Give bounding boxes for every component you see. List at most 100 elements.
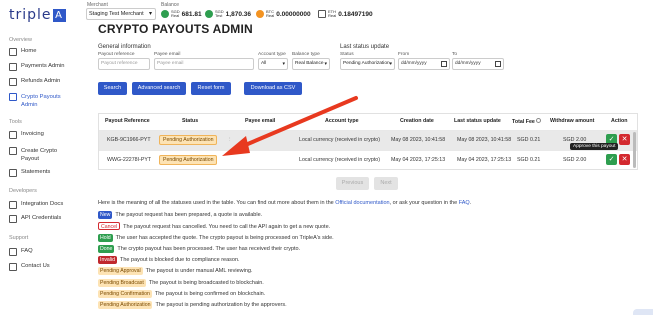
- info-icon[interactable]: [536, 118, 542, 123]
- table-row: KGB-9C1966-PYT Pending Authorization ⋮ L…: [99, 130, 637, 150]
- sidebar-item-label: FAQ: [21, 248, 33, 254]
- sidebar-section-support: Support: [9, 235, 29, 241]
- sidebar-item-label: Payments Admin: [21, 63, 65, 69]
- from-date-input[interactable]: dd/mm/yyyy: [398, 58, 450, 70]
- sidebar-item-label: Refunds Admin: [21, 78, 61, 84]
- legend-item-done: Done The crypto payout has been processed…: [98, 245, 300, 253]
- sidebar: Overview Home Payments Admin Refunds Adm…: [0, 28, 88, 315]
- balance-amount: 0.00000000: [276, 10, 311, 18]
- sidebar-item-faq[interactable]: FAQ: [9, 248, 33, 256]
- download-csv-button[interactable]: Download as CSV: [244, 82, 302, 95]
- payout-reference-label: Payout reference: [98, 52, 135, 57]
- balance-sgd-real: SGD Real 681.81: [161, 8, 202, 20]
- official-documentation-link[interactable]: Official documentation: [335, 200, 389, 206]
- account-type-select[interactable]: All ▾: [258, 58, 288, 70]
- column-header: Total Fee: [512, 118, 542, 125]
- sidebar-item-contact-us[interactable]: Contact Us: [9, 263, 50, 271]
- to-date-input[interactable]: dd/mm/yyyy: [452, 58, 504, 70]
- table-scrollbar[interactable]: [633, 132, 636, 168]
- status-label: Status: [340, 52, 354, 57]
- statement-icon: [9, 169, 17, 177]
- merchant-select[interactable]: Staging Test Merchant ▾: [86, 8, 156, 20]
- sidebar-item-refunds-admin[interactable]: Refunds Admin: [9, 78, 60, 86]
- payee-email-input[interactable]: Payee email: [154, 58, 254, 70]
- sidebar-section-developers: Developers: [9, 188, 37, 194]
- sidebar-item-invoicing[interactable]: Invoicing: [9, 131, 44, 139]
- search-button[interactable]: Search: [98, 82, 127, 95]
- legend-item-hold: Hold The user has accepted the quote. The…: [98, 234, 334, 242]
- total-fee: SGD 0.21: [517, 157, 541, 163]
- column-header: Status: [182, 118, 199, 124]
- advanced-search-button[interactable]: Advanced search: [132, 82, 186, 95]
- account-type: Local currency (received in crypto): [299, 137, 380, 143]
- sidebar-item-crypto-payouts-admin[interactable]: Crypto Payouts Admin: [9, 93, 81, 109]
- faq-link[interactable]: FAQ: [459, 200, 470, 206]
- sidebar-item-create-crypto-payout[interactable]: Create Crypto Payout: [9, 147, 81, 163]
- reject-x-icon[interactable]: ✕: [619, 154, 630, 165]
- logo-text: triple: [9, 7, 52, 23]
- chevron-down-icon: ▾: [282, 61, 285, 67]
- create-payout-icon: [9, 147, 17, 155]
- balance-type-label: Balance type: [292, 52, 320, 57]
- balance-type-select[interactable]: Real Balance ▾: [292, 58, 330, 70]
- corner-widget[interactable]: [633, 309, 653, 315]
- reject-x-icon[interactable]: ✕: [619, 134, 630, 145]
- last-status-update-heading: Last status update: [340, 44, 390, 50]
- next-button[interactable]: Next: [374, 177, 398, 190]
- legend-item-pending-confirmation: Pending Confirmation The payout is being …: [98, 290, 265, 298]
- legend-intro-text: , or ask your question in the: [389, 200, 459, 206]
- sidebar-item-integration-docs[interactable]: Integration Docs: [9, 201, 63, 209]
- sidebar-item-api-credentials[interactable]: API Credentials: [9, 215, 61, 223]
- sidebar-item-statements[interactable]: Statements: [9, 169, 50, 177]
- sidebar-section-overview: Overview: [9, 37, 32, 43]
- legend-item-pending-approval: Pending Approval The payout is under manu…: [98, 267, 252, 275]
- merchant-value: Staging Test Merchant: [89, 11, 144, 17]
- balance-type-value: Real Balance: [295, 61, 324, 66]
- calendar-icon: [441, 61, 447, 67]
- payout-reference[interactable]: KGB-9C1966-PYT: [107, 137, 151, 143]
- sidebar-item-label: API Credentials: [21, 215, 62, 221]
- from-label: From: [398, 52, 410, 57]
- sgd-coin-icon: [161, 10, 169, 18]
- home-icon: [9, 48, 17, 56]
- status-badge: Hold: [98, 234, 113, 242]
- reset-form-button[interactable]: Reset form: [191, 82, 231, 95]
- mail-icon: [9, 263, 17, 271]
- chevron-down-icon: ▾: [389, 61, 392, 67]
- question-icon: [9, 248, 17, 256]
- sidebar-item-label: Invoicing: [21, 131, 44, 137]
- general-information-heading: General information: [98, 44, 151, 50]
- creation-date: May 08 2023, 10:41:58: [391, 137, 446, 143]
- payout-reference-input[interactable]: Payout reference: [98, 58, 150, 70]
- sidebar-item-label: Create Crypto Payout: [21, 148, 58, 162]
- previous-button[interactable]: Previous: [336, 177, 369, 190]
- sidebar-item-label: Crypto Payouts Admin: [21, 94, 61, 108]
- legend-text: The payout is under manual AML reviewing…: [145, 268, 253, 274]
- approve-check-icon[interactable]: ✓: [606, 154, 617, 165]
- column-header: Last status update: [454, 118, 501, 124]
- column-header: Creation date: [400, 118, 434, 124]
- column-header-label: Total Fee: [512, 119, 535, 125]
- sidebar-section-tools: Tools: [9, 119, 22, 125]
- status-select[interactable]: Pending Authorization ▾: [340, 58, 395, 70]
- sidebar-item-payments-admin[interactable]: Payments Admin: [9, 63, 65, 71]
- sidebar-item-label: Contact Us: [21, 263, 50, 269]
- legend-item-pending-broadcast: Pending Broadcast The payout is being bro…: [98, 279, 264, 287]
- status-badge: Pending Authorization: [98, 301, 153, 309]
- legend-intro-text: .: [469, 200, 472, 206]
- status-badge: Cancel: [98, 222, 121, 230]
- to-label: To: [452, 52, 458, 57]
- status-badge: New: [98, 211, 113, 219]
- copy-icon[interactable]: ⋮: [227, 137, 232, 143]
- account-type-value: All: [261, 61, 267, 66]
- payee-email-label: Payee email: [154, 52, 181, 57]
- payout-reference[interactable]: WWG-22278I-PYT: [107, 157, 151, 163]
- legend-item-cancel: Cancel The payout request has cancelled. …: [98, 222, 330, 230]
- last-status-update: May 08 2023, 10:41:58: [457, 137, 512, 143]
- logo[interactable]: triple A: [9, 7, 66, 23]
- balance-sub: Real: [328, 13, 337, 18]
- sidebar-item-home[interactable]: Home: [9, 48, 36, 56]
- payouts-table: Payout Reference Status Payee email Acco…: [98, 113, 638, 170]
- invoice-icon: [9, 131, 17, 139]
- balance-amount: 681.81: [181, 10, 202, 18]
